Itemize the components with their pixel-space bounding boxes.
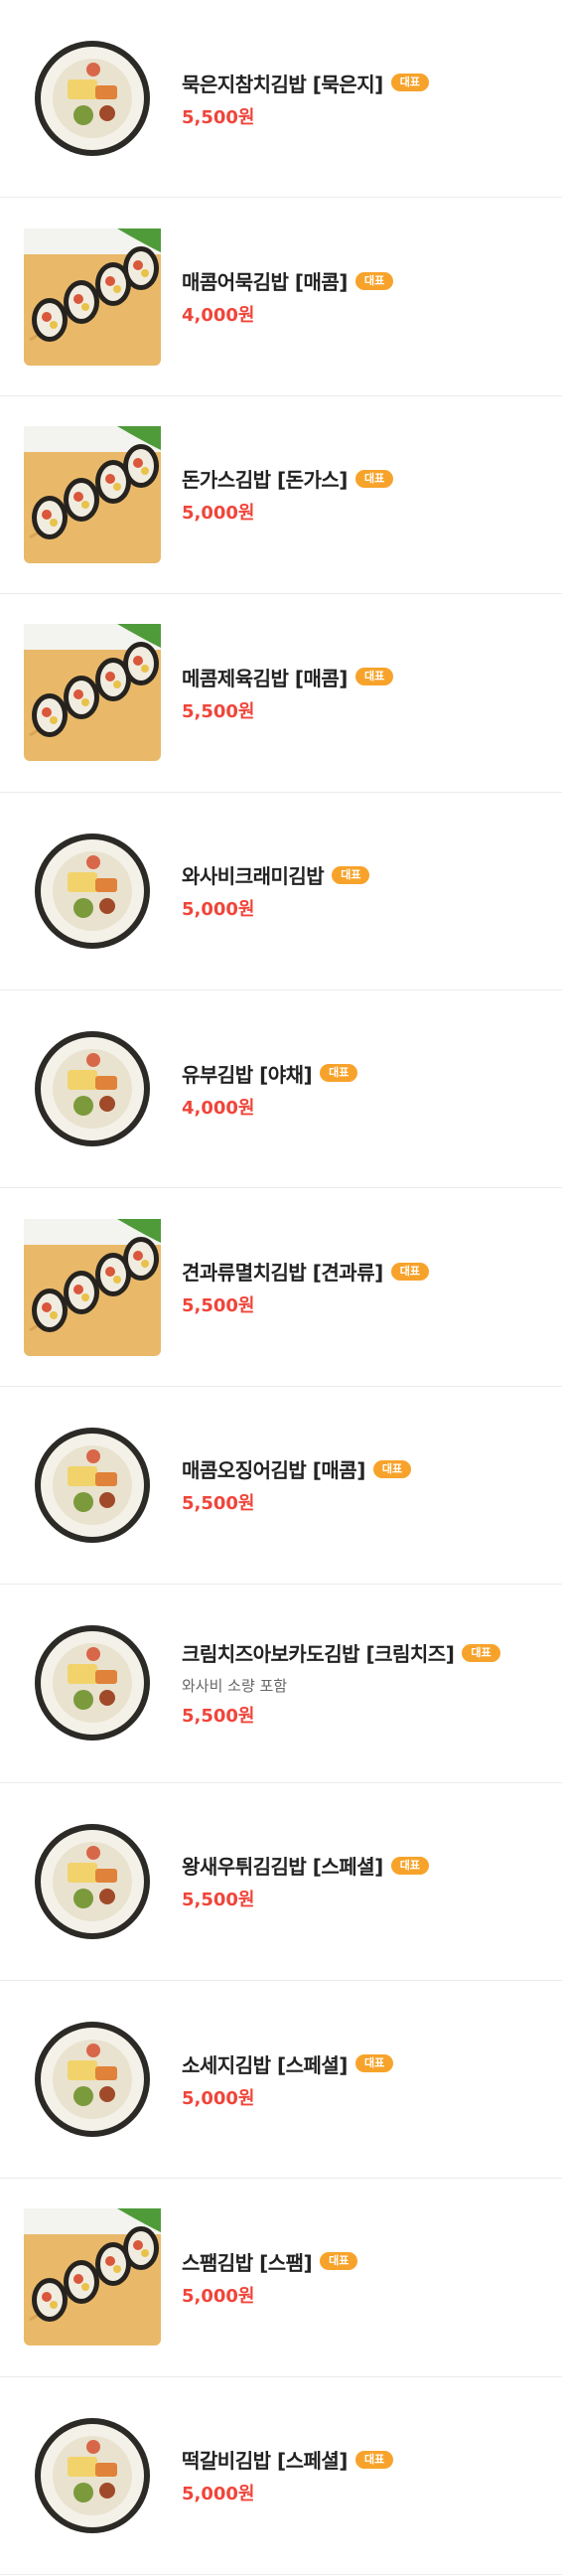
- kimbap-photo: [24, 1813, 161, 1950]
- menu-item[interactable]: 메콤제육김밥 [매콤] 대표 5,500원: [0, 594, 562, 793]
- menu-price: 5,000원: [182, 2285, 255, 2307]
- menu-item[interactable]: 견과류멸치김밥 [견과류] 대표 5,500원: [0, 1188, 562, 1387]
- menu-price: 5,000원: [182, 2087, 255, 2109]
- menu-price: 5,500원: [182, 1493, 255, 1515]
- signature-badge: 대표: [354, 2054, 394, 2073]
- signature-badge: 대표: [354, 668, 394, 686]
- signature-badge: 대표: [372, 1459, 412, 1478]
- menu-price: 5,000원: [182, 503, 255, 525]
- menu-description: 와사비 소량 포함: [182, 1677, 288, 1696]
- menu-name: 왕새우튀김김밥 [스페셜]: [182, 1855, 383, 1880]
- title-row: 와사비크래미김밥 대표: [182, 860, 370, 889]
- menu-item[interactable]: 소세지김밥 [스페셜] 대표 5,000원: [0, 1981, 562, 2180]
- signature-badge: 대표: [462, 1643, 500, 1662]
- signature-badge: 대표: [354, 2450, 394, 2469]
- menu-item[interactable]: 묵은지참치김밥 [묵은지] 대표 5,500원: [0, 0, 562, 199]
- title-row: 스팸김밥 [스팸] 대표: [182, 2247, 358, 2276]
- menu-name: 매콤오징어김밥 [매콤]: [182, 1458, 365, 1483]
- signature-badge: 대표: [390, 1856, 429, 1875]
- menu-price: 5,500원: [182, 106, 255, 128]
- menu-name: 매콤어묵김밥 [매콤]: [182, 270, 348, 295]
- title-row: 메콤제육김밥 [매콤] 대표: [182, 663, 394, 691]
- menu-info: 돈가스김밥 [돈가스] 대표 5,000원: [182, 464, 394, 525]
- menu-item[interactable]: 떡갈비김밥 [스페셜] 대표 5,000원: [0, 2377, 562, 2576]
- menu-info: 소세지김밥 [스페셜] 대표 5,000원: [182, 2049, 394, 2110]
- menu-item[interactable]: 와사비크래미김밥 대표 5,000원: [0, 793, 562, 990]
- signature-badge: 대표: [390, 74, 429, 92]
- signature-badge: 대표: [390, 1262, 429, 1281]
- kimbap-photo: [24, 425, 161, 563]
- menu-name: 떡갈비김밥 [스페셜]: [182, 2449, 348, 2474]
- menu-name: 와사비크래미김밥: [182, 864, 325, 889]
- kimbap-photo: [24, 1020, 161, 1157]
- menu-info: 묵은지참치김밥 [묵은지] 대표 5,500원: [182, 69, 429, 129]
- menu-info: 왕새우튀김김밥 [스페셜] 대표 5,500원: [182, 1851, 429, 1911]
- title-row: 유부김밥 [야채] 대표: [182, 1059, 358, 1088]
- kimbap-photo: [24, 227, 161, 366]
- menu-info: 매콤어묵김밥 [매콤] 대표 4,000원: [182, 266, 394, 327]
- menu-name: 메콤제육김밥 [매콤]: [182, 666, 348, 690]
- menu-item[interactable]: 매콤어묵김밥 [매콤] 대표 4,000원: [0, 198, 562, 396]
- menu-item[interactable]: 돈가스김밥 [돈가스] 대표 5,000원: [0, 396, 562, 595]
- menu-price: 5,500원: [182, 1890, 255, 1911]
- menu-item[interactable]: 왕새우튀김김밥 [스페셜] 대표 5,500원: [0, 1783, 562, 1981]
- title-row: 소세지김밥 [스페셜] 대표: [182, 2049, 394, 2078]
- title-row: 크림치즈아보카도김밥 [크림치즈] 대표: [182, 1638, 500, 1667]
- menu-price: 5,500원: [182, 700, 255, 722]
- kimbap-photo: [24, 2407, 161, 2544]
- menu-item[interactable]: 크림치즈아보카도김밥 [크림치즈] 대표와사비 소량 포함 5,500원: [0, 1585, 562, 1783]
- menu-name: 돈가스김밥 [돈가스]: [182, 468, 348, 493]
- title-row: 떡갈비김밥 [스페셜] 대표: [182, 2445, 394, 2474]
- menu-info: 크림치즈아보카도김밥 [크림치즈] 대표와사비 소량 포함 5,500원: [182, 1638, 500, 1728]
- menu-price: 5,500원: [182, 1706, 255, 1728]
- menu-price: 4,000원: [182, 1097, 255, 1119]
- kimbap-photo: [24, 1614, 161, 1751]
- menu-info: 떡갈비김밥 [스페셜] 대표 5,000원: [182, 2445, 394, 2505]
- menu-info: 견과류멸치김밥 [견과류] 대표 5,500원: [182, 1257, 429, 1317]
- title-row: 돈가스김밥 [돈가스] 대표: [182, 464, 394, 493]
- menu-item[interactable]: 스팸김밥 [스팸] 대표 5,000원: [0, 2179, 562, 2377]
- kimbap-photo: [24, 1218, 161, 1356]
- menu-price: 5,500원: [182, 1295, 255, 1317]
- menu-info: 유부김밥 [야채] 대표 4,000원: [182, 1059, 358, 1120]
- signature-badge: 대표: [320, 1064, 358, 1083]
- signature-badge: 대표: [332, 865, 370, 884]
- menu-name: 견과류멸치김밥 [견과류]: [182, 1261, 383, 1286]
- menu-price: 5,000원: [182, 899, 255, 921]
- menu-name: 유부김밥 [야채]: [182, 1062, 313, 1087]
- kimbap-photo: [24, 2208, 161, 2347]
- title-row: 매콤오징어김밥 [매콤] 대표: [182, 1454, 412, 1483]
- kimbap-photo: [24, 1417, 161, 1554]
- signature-badge: 대표: [320, 2252, 358, 2271]
- kimbap-photo: [24, 2011, 161, 2148]
- kimbap-photo: [24, 624, 161, 762]
- signature-badge: 대표: [354, 469, 394, 488]
- menu-info: 스팸김밥 [스팸] 대표 5,000원: [182, 2247, 358, 2308]
- menu-info: 메콤제육김밥 [매콤] 대표 5,500원: [182, 663, 394, 723]
- menu-item[interactable]: 유부김밥 [야채] 대표 4,000원: [0, 990, 562, 1189]
- menu-price: 4,000원: [182, 305, 255, 327]
- menu-item[interactable]: 매콤오징어김밥 [매콤] 대표 5,500원: [0, 1387, 562, 1586]
- menu-price: 5,000원: [182, 2484, 255, 2505]
- title-row: 묵은지참치김밥 [묵은지] 대표: [182, 69, 429, 97]
- menu-list: 묵은지참치김밥 [묵은지] 대표 5,500원 매콤어묵김밥 [매콤] 대표 4,000원…: [0, 0, 562, 2576]
- kimbap-photo: [24, 823, 161, 960]
- menu-name: 소세지김밥 [스페셜]: [182, 2052, 348, 2077]
- kimbap-photo: [24, 30, 161, 167]
- title-row: 매콤어묵김밥 [매콤] 대표: [182, 266, 394, 295]
- menu-name: 크림치즈아보카도김밥 [크림치즈]: [182, 1642, 455, 1667]
- signature-badge: 대표: [354, 271, 394, 290]
- title-row: 견과류멸치김밥 [견과류] 대표: [182, 1257, 429, 1286]
- menu-info: 매콤오징어김밥 [매콤] 대표 5,500원: [182, 1454, 412, 1515]
- menu-name: 스팸김밥 [스팸]: [182, 2250, 313, 2275]
- title-row: 왕새우튀김김밥 [스페셜] 대표: [182, 1851, 429, 1880]
- menu-info: 와사비크래미김밥 대표 5,000원: [182, 860, 370, 921]
- menu-name: 묵은지참치김밥 [묵은지]: [182, 72, 383, 96]
